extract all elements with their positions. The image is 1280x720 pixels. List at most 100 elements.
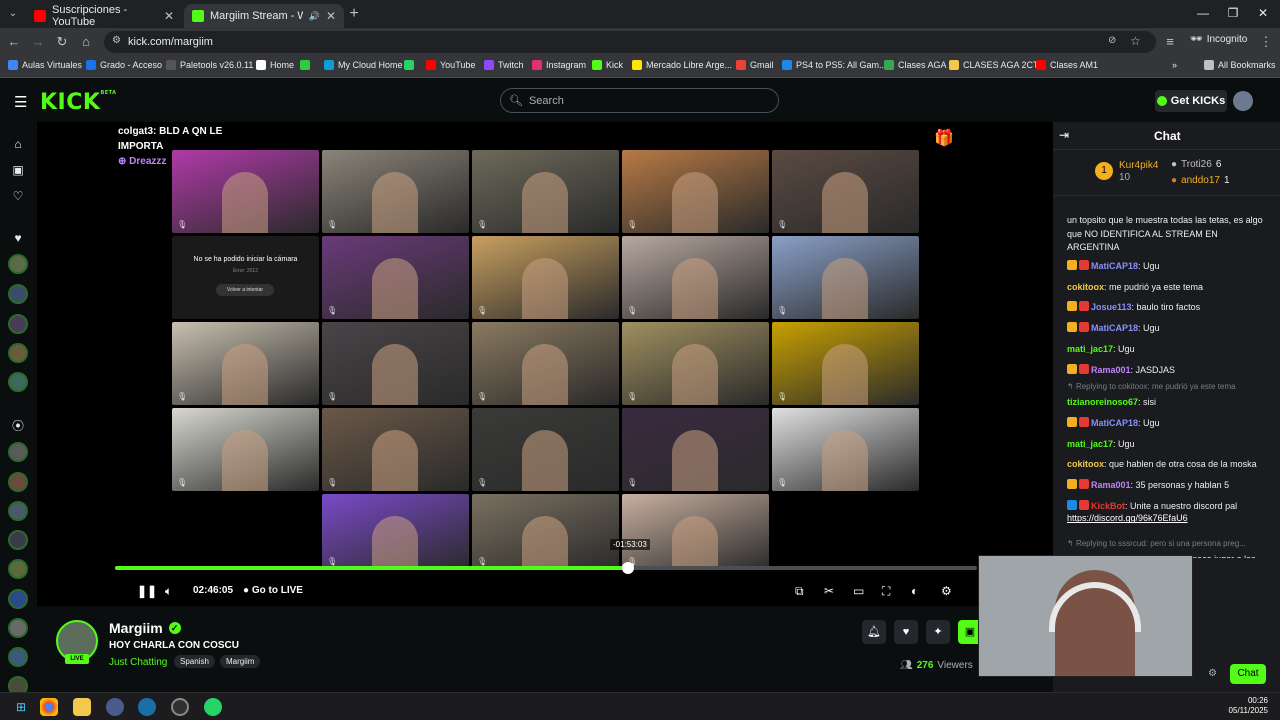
settings-icon[interactable]: ⚙ — [941, 583, 952, 599]
recommended-channel-avatar[interactable] — [8, 442, 28, 462]
followed-channel-avatar[interactable] — [8, 284, 28, 304]
theater-mode-icon[interactable]: ▭ — [853, 583, 864, 599]
recommended-channel-avatar[interactable] — [8, 618, 28, 638]
follow-heart-icon[interactable]: ♥ — [894, 620, 918, 644]
menu-icon[interactable]: ⋮ — [1258, 34, 1274, 50]
volume-icon[interactable]: 🔈︎ — [165, 583, 172, 599]
bookmark-item[interactable]: Instagram — [532, 60, 586, 70]
chat-username[interactable]: cokitoox — [1067, 282, 1104, 292]
recommended-channel-avatar[interactable] — [8, 530, 28, 550]
followed-channel-avatar[interactable] — [8, 314, 28, 334]
channel-name[interactable]: Margiim ✓ — [109, 620, 181, 636]
bookmark-item[interactable]: Clases AGA — [884, 60, 947, 70]
chrome-icon[interactable] — [40, 698, 58, 716]
chat-username[interactable]: tizianoreinoso67 — [1067, 397, 1138, 407]
all-bookmarks-button[interactable]: All Bookmarks — [1204, 60, 1276, 70]
pause-icon[interactable]: ❚❚ — [137, 583, 157, 599]
minimize-icon[interactable]: — — [1193, 6, 1213, 20]
chat-username[interactable]: MatiCAP18 — [1091, 261, 1138, 271]
restore-icon[interactable]: ❐ — [1223, 6, 1243, 20]
recommended-channel-avatar[interactable] — [8, 589, 28, 609]
home-icon[interactable]: ⌂ — [10, 136, 26, 152]
star-icon[interactable]: ☆ — [1130, 34, 1141, 48]
bookmark-item[interactable] — [300, 60, 314, 70]
bookmark-item[interactable]: Gmail — [736, 60, 774, 70]
bookmark-item[interactable]: Paletools v26.0.11 — [166, 60, 253, 70]
bookmark-item[interactable]: CLASES AGA 2CT — [949, 60, 1039, 70]
collapse-chat-icon[interactable]: ⇥ — [1059, 128, 1069, 142]
obs-icon[interactable] — [171, 698, 189, 716]
reload-icon[interactable]: ↻ — [54, 34, 70, 50]
home-icon[interactable]: ⌂ — [78, 34, 94, 50]
forward-icon[interactable]: → — [30, 34, 46, 50]
close-window-icon[interactable]: ✕ — [1253, 6, 1273, 20]
media-icon[interactable]: ≡ — [1162, 34, 1178, 50]
bookmark-item[interactable]: Home — [256, 60, 294, 70]
close-tab-icon[interactable]: ✕ — [164, 9, 174, 23]
bookmark-item[interactable]: Twitch — [484, 60, 524, 70]
back-icon[interactable]: ← — [6, 34, 22, 50]
gifter-2[interactable]: ● Troti26 6 — [1171, 159, 1221, 170]
followed-channel-avatar[interactable] — [8, 254, 28, 274]
bookmark-item[interactable]: My Cloud Home — [324, 60, 403, 70]
tab-kick[interactable]: Margiim Stream - Watch Li 🔊 ✕ — [184, 4, 344, 28]
bookmark-item[interactable]: Clases AM1 — [1036, 60, 1098, 70]
stream-category[interactable]: Just Chatting — [109, 657, 167, 668]
hamburger-menu-icon[interactable]: ☰ — [14, 93, 27, 111]
followed-channel-avatar[interactable] — [8, 343, 28, 363]
chat-username[interactable]: mati_jac17 — [1067, 344, 1113, 354]
following-icon[interactable]: ♡ — [10, 188, 26, 204]
retry-camera-button[interactable]: Volver a intentar — [216, 284, 274, 296]
pip-icon[interactable]: ⧉ — [795, 583, 804, 599]
gifter-1[interactable]: Kur4pik4 10 — [1119, 160, 1158, 183]
recommended-channel-avatar[interactable] — [8, 501, 28, 521]
whatsapp-icon[interactable] — [204, 698, 222, 716]
bookmark-item[interactable]: Kick — [592, 60, 623, 70]
bookmark-item[interactable]: PS4 to PS5: All Gam... — [782, 60, 887, 70]
chat-username[interactable]: Rama001 — [1091, 480, 1131, 490]
chat-username[interactable]: mati_jac17 — [1067, 439, 1113, 449]
more-bookmarks-icon[interactable]: » — [1172, 60, 1177, 70]
chat-username[interactable]: KickBot — [1091, 501, 1125, 511]
steam-icon[interactable] — [138, 698, 156, 716]
tag-spanish[interactable]: Spanish — [174, 655, 215, 668]
notification-bell-icon[interactable]: 🔔︎ — [862, 620, 886, 644]
speaker-icon[interactable]: 🔊 — [309, 11, 320, 22]
chat-link[interactable]: https://discord.gg/96k76EfaU6 — [1067, 512, 1271, 526]
quality-icon[interactable]: ◐ — [911, 583, 918, 599]
tag-margiim[interactable]: Margiim — [220, 655, 261, 668]
chat-username[interactable]: MatiCAP18 — [1091, 323, 1138, 333]
address-bar[interactable]: ⚙ kick.com/margiim ⊘ ☆ — [104, 31, 1156, 53]
clip-icon[interactable]: ✂ — [824, 583, 834, 599]
chat-username[interactable]: MatiCAP18 — [1091, 418, 1138, 428]
bookmark-item[interactable]: Grado - Acceso — [86, 60, 162, 70]
file-explorer-icon[interactable] — [73, 698, 91, 716]
followed-channel-avatar[interactable] — [8, 372, 28, 392]
bookmark-item[interactable]: YouTube — [426, 60, 475, 70]
chat-username[interactable]: Josue113 — [1091, 302, 1132, 312]
kicks-icon[interactable]: ✦ — [926, 620, 950, 644]
bookmark-item[interactable] — [404, 60, 418, 70]
kick-logo[interactable]: KICKBETA — [40, 90, 117, 115]
search-input[interactable]: 🔍︎ Search — [500, 88, 779, 113]
bookmark-item[interactable]: Aulas Virtuales — [8, 60, 82, 70]
send-chat-button[interactable]: Chat — [1230, 664, 1266, 684]
eye-off-icon[interactable]: ⊘ — [1108, 35, 1116, 46]
close-tab-icon[interactable]: ✕ — [326, 9, 336, 23]
gifter-3[interactable]: ● anddo17 1 — [1171, 175, 1230, 186]
user-avatar[interactable] — [1233, 91, 1253, 111]
recommended-channel-avatar[interactable] — [8, 472, 28, 492]
tab-search-icon[interactable]: ⌄ — [6, 7, 20, 21]
chat-username[interactable]: cokitoox — [1067, 459, 1104, 469]
bookmark-item[interactable]: Mercado Libre Arge... — [632, 60, 732, 70]
windows-start-icon[interactable]: ⊞ — [12, 698, 30, 716]
fullscreen-icon[interactable]: ⛶ — [882, 583, 890, 599]
heart-icon[interactable]: ♥ — [10, 230, 26, 246]
chat-settings-icon[interactable]: ⚙ — [1208, 668, 1217, 679]
recommended-channel-avatar[interactable] — [8, 559, 28, 579]
site-info-icon[interactable]: ⚙ — [112, 35, 121, 46]
get-kicks-button[interactable]: Get KICKs — [1155, 90, 1227, 112]
seek-bar-handle[interactable] — [621, 562, 634, 574]
chat-username[interactable]: Rama001 — [1091, 365, 1131, 375]
live-icon[interactable]: ⦿ — [10, 418, 26, 434]
